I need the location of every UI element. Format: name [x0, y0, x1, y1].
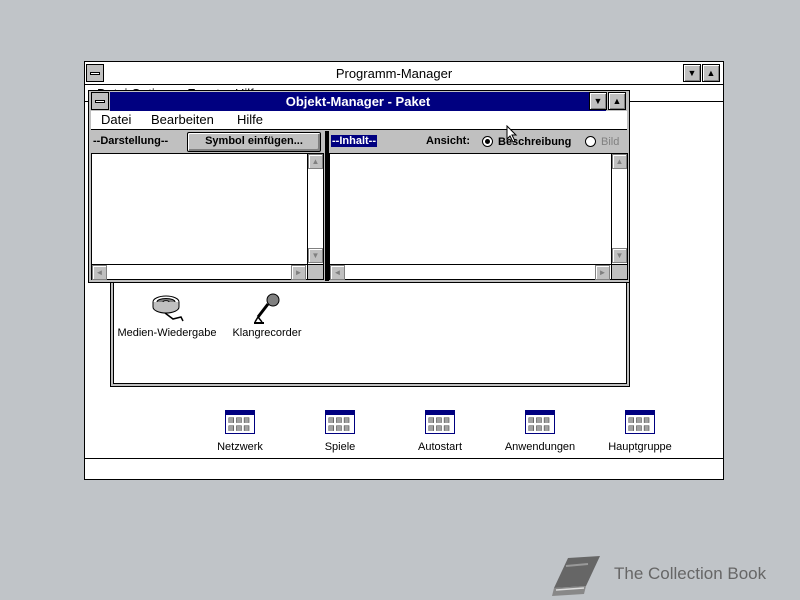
darstellung-panel[interactable]: ▲ ▼ ◄ ►	[91, 153, 324, 280]
maximize-button[interactable]: ▲	[608, 92, 626, 110]
horizontal-scrollbar[interactable]: ◄ ►	[330, 264, 612, 280]
view-description-radio[interactable]	[482, 136, 493, 147]
scroll-left-icon[interactable]: ◄	[92, 265, 107, 280]
program-item-label: Medien-Wiedergabe	[117, 327, 217, 339]
program-group-icon: ▤▤▤ ▤▤▤	[225, 410, 255, 434]
object-manager-window: Objekt-Manager - Paket ▼ ▲ Datei Bearbei…	[88, 90, 630, 283]
darstellung-label: --Darstellung--	[93, 135, 169, 147]
view-label: Ansicht:	[426, 135, 470, 147]
scroll-up-icon[interactable]: ▲	[612, 154, 627, 169]
group-icon-label: Spiele	[324, 441, 356, 453]
program-group-icon: ▤▤▤ ▤▤▤	[325, 410, 355, 434]
vertical-scrollbar[interactable]: ▲ ▼	[611, 154, 627, 264]
insert-symbol-button[interactable]: Symbol einfügen...	[187, 132, 321, 152]
scroll-down-icon[interactable]: ▼	[612, 248, 627, 263]
scrollbar-corner	[307, 264, 323, 279]
scroll-down-icon[interactable]: ▼	[308, 248, 323, 263]
microphone-icon	[254, 293, 280, 324]
horizontal-scrollbar[interactable]: ◄ ►	[92, 264, 308, 280]
scroll-right-icon[interactable]: ►	[291, 265, 306, 280]
group-icon-label: Autostart	[417, 441, 463, 453]
film-reel-icon	[152, 295, 184, 322]
watermark: The Collection Book	[546, 548, 796, 600]
menu-hilfe[interactable]: Hilfe	[237, 112, 263, 127]
minimize-button[interactable]: ▼	[683, 64, 701, 82]
inhalt-panel[interactable]: ▲ ▼ ◄ ►	[329, 153, 628, 280]
inhalt-label: --Inhalt--	[331, 135, 377, 147]
program-group-icon: ▤▤▤ ▤▤▤	[625, 410, 655, 434]
system-menu-icon[interactable]	[91, 92, 109, 110]
program-group-window: Medien-Wiedergabe Klangrecorder	[110, 270, 630, 387]
group-icon-label: Anwendungen	[504, 441, 576, 453]
scroll-right-icon[interactable]: ►	[595, 265, 610, 280]
watermark-text: The Collection Book	[614, 564, 767, 583]
program-group-icon: ▤▤▤ ▤▤▤	[525, 410, 555, 434]
menu-bearbeiten[interactable]: Bearbeiten	[151, 112, 214, 127]
group-icon-label: Hauptgruppe	[608, 441, 672, 453]
object-manager-menubar: Datei Bearbeiten Hilfe	[91, 111, 627, 130]
vertical-scrollbar[interactable]: ▲ ▼	[307, 154, 323, 264]
group-icon-label: Netzwerk	[217, 441, 263, 453]
program-group-icon: ▤▤▤ ▤▤▤	[425, 410, 455, 434]
object-manager-title: Objekt-Manager - Paket	[110, 92, 606, 111]
view-picture-label: Bild	[601, 136, 620, 148]
minimize-button[interactable]: ▼	[589, 92, 607, 110]
mouse-cursor-icon	[506, 125, 518, 143]
scroll-left-icon[interactable]: ◄	[330, 265, 345, 280]
maximize-button[interactable]: ▲	[702, 64, 720, 82]
view-picture-radio[interactable]	[585, 136, 596, 147]
scroll-up-icon[interactable]: ▲	[308, 154, 323, 169]
program-item-label: Klangrecorder	[232, 327, 302, 339]
system-menu-icon[interactable]	[86, 64, 104, 82]
program-manager-title: Programm-Manager	[107, 64, 681, 84]
book-icon	[552, 556, 600, 596]
scrollbar-corner	[611, 264, 627, 279]
window-divider	[85, 458, 723, 459]
menu-datei[interactable]: Datei	[101, 112, 131, 127]
